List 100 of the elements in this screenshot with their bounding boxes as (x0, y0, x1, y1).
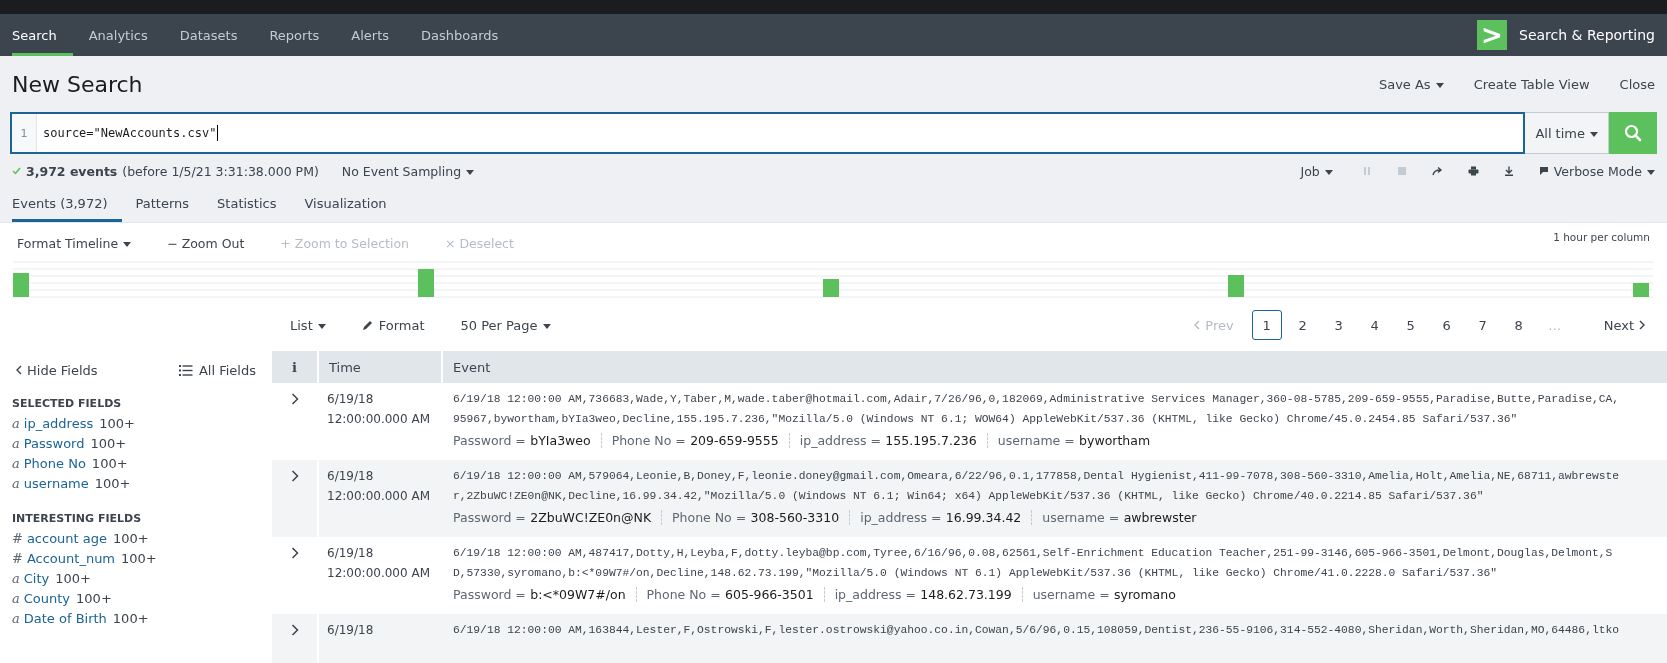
job-menu[interactable]: Job (1300, 163, 1333, 179)
event-field[interactable]: Phone No = 605-966-3501 (635, 587, 824, 602)
event-field[interactable]: username = bywortham (986, 433, 1161, 448)
expand-icon[interactable] (290, 547, 299, 559)
status-detail: (before 1/5/21 3:31:38.000 PM) (122, 163, 319, 179)
expand-icon[interactable] (290, 393, 299, 405)
mode-icon (1538, 166, 1549, 176)
column-header[interactable]: Time (319, 351, 443, 383)
sampling-dropdown[interactable]: No Event Sampling (341, 163, 475, 179)
field-count: 100+ (55, 571, 91, 586)
page-link[interactable]: 5 (1395, 310, 1426, 340)
next-page-link[interactable]: Next (1591, 310, 1657, 340)
field-type: a (12, 456, 20, 471)
raw-event-line: 6/19/18 12:00:00 AM,736683,Wade,Y,Taber,M,wade.taber@hotmail.com,Adair,7/26/96,0,182069,Administrative Services Manager,360-08-5785,209-659-9555,Paradise,Butte,Paradise,CA, (453, 392, 1621, 407)
header-link[interactable]: Close (1619, 76, 1655, 92)
header-link[interactable]: Save As (1378, 76, 1444, 92)
hide-fields-link[interactable]: Hide Fields (16, 362, 98, 378)
field-type: a (12, 611, 20, 626)
column-header: i (272, 351, 319, 383)
field-count: 100+ (91, 456, 128, 471)
nav-tab[interactable]: Analytics (72, 14, 164, 56)
event-field[interactable]: Password = bYIa3weo (453, 433, 601, 448)
search-field[interactable]: 1 source="NewAccounts.csv" (10, 112, 1526, 154)
event-time: 12:00:00.000 AM (327, 411, 431, 428)
event-field[interactable]: username = syromano (1021, 587, 1186, 602)
field-name[interactable]: Password (23, 436, 85, 451)
search-query: source="NewAccounts.csv" (43, 126, 217, 140)
field-type: # (12, 531, 23, 546)
search-button[interactable] (1609, 112, 1657, 154)
field-type: # (12, 551, 23, 566)
field-name[interactable]: Date of Birth (23, 611, 107, 626)
field-type: a (12, 416, 20, 431)
nav-tab[interactable]: Search (12, 14, 73, 56)
list-view-dropdown[interactable]: List (290, 317, 326, 333)
page-link[interactable]: 4 (1359, 310, 1390, 340)
stop-icon[interactable] (1396, 166, 1407, 176)
field-name[interactable]: ip_address (23, 416, 94, 431)
page-link[interactable]: 2 (1287, 310, 1318, 340)
page-link[interactable]: 1 (1251, 310, 1282, 340)
check-icon (12, 167, 21, 175)
raw-event-line: 6/19/18 12:00:00 AM,487417,Dotty,H,Leyba,F,dotty.leyba@bp.com,Tyree,6/16/96,0.08,62561,Self-Enrichment Education Teacher,251-99-3146,605-966-3501,Delmont,Douglas,Delmont,S (453, 546, 1614, 561)
results-tab[interactable]: Visualization (290, 188, 401, 222)
print-icon[interactable] (1467, 166, 1479, 176)
download-icon[interactable] (1503, 166, 1514, 176)
timeline-action[interactable]: − Zoom Out (167, 235, 245, 251)
field-name[interactable]: City (23, 571, 50, 586)
event-field[interactable]: Password = 2ZbuWC!ZE0n@NK (453, 510, 662, 525)
app-name[interactable]: Search & Reporting (1519, 27, 1655, 43)
format-button[interactable]: Format (378, 317, 425, 333)
field-count: 100+ (113, 531, 149, 546)
raw-event-line: r,2ZbuWC!ZE0n@NK,Decline,16.99.34.42,"Mozilla/5.0 (Windows NT 6.1; Win64; x64) AppleWebKit/537.36 (KHTML, like Gecko) Chrome/40.0.2214.85 Safari/537.36" (453, 489, 1485, 504)
event-date: 6/19/18 (327, 545, 375, 562)
column-header: Event (452, 358, 492, 377)
event-field[interactable]: Password = b:<*09W7#/on (453, 587, 636, 602)
nav-tab[interactable]: Alerts (335, 14, 405, 56)
field-name[interactable]: username (23, 476, 89, 491)
expand-icon[interactable] (290, 470, 299, 482)
field-name[interactable]: account age (26, 531, 108, 546)
event-time: 12:00:00.000 AM (327, 565, 431, 582)
field-count: 100+ (90, 436, 127, 451)
pause-icon[interactable] (1361, 166, 1372, 176)
field-name[interactable]: County (23, 591, 71, 606)
page-title: New Search (12, 71, 143, 97)
event-date: 6/19/18 (327, 391, 375, 408)
field-name[interactable]: Phone No (23, 456, 86, 471)
per-page-dropdown[interactable]: 50 Per Page (460, 317, 551, 333)
search-icon (1624, 124, 1642, 142)
share-icon[interactable] (1431, 166, 1443, 176)
timeline-action[interactable]: Format Timeline (17, 235, 132, 251)
page-link[interactable]: 3 (1323, 310, 1354, 340)
page-link[interactable]: 7 (1467, 310, 1498, 340)
chevron-right-icon (1639, 320, 1645, 330)
field-count: 100+ (94, 476, 131, 491)
page-link[interactable]: 6 (1431, 310, 1462, 340)
event-count: 3,972 events (26, 163, 118, 179)
nav-tab[interactable]: Dashboards (405, 14, 515, 56)
event-field[interactable]: Phone No = 209-659-9555 (600, 433, 789, 448)
results-tab[interactable]: Patterns (121, 188, 204, 222)
nav-tab[interactable]: Datasets (163, 14, 254, 56)
app-logo: > (1477, 20, 1507, 50)
time-range-picker[interactable]: All time (1525, 112, 1609, 154)
expand-icon[interactable] (290, 624, 299, 636)
event-field[interactable]: Phone No = 308-560-3310 (661, 510, 850, 525)
field-count: 100+ (99, 416, 135, 431)
event-date: 6/19/18 (327, 622, 375, 639)
search-mode-dropdown[interactable]: Verbose Mode (1553, 163, 1655, 179)
results-tab[interactable]: Statistics (203, 188, 291, 222)
event-field[interactable]: ip_address = 16.99.34.42 (849, 510, 1032, 525)
event-field[interactable]: username = awbrewster (1031, 510, 1207, 525)
field-count: 100+ (112, 611, 149, 626)
field-type: a (12, 436, 20, 451)
event-field[interactable]: ip_address = 155.195.7.236 (788, 433, 987, 448)
field-count: 100+ (121, 551, 157, 566)
header-link[interactable]: Create Table View (1473, 76, 1590, 92)
nav-tab[interactable]: Reports (253, 14, 336, 56)
page-link[interactable]: 8 (1503, 310, 1534, 340)
event-time: 12:00:00.000 AM (327, 488, 431, 505)
all-fields-link[interactable]: All Fields (198, 362, 256, 378)
field-name[interactable]: Account_num (26, 551, 116, 566)
event-field[interactable]: ip_address = 148.62.73.199 (823, 587, 1022, 602)
